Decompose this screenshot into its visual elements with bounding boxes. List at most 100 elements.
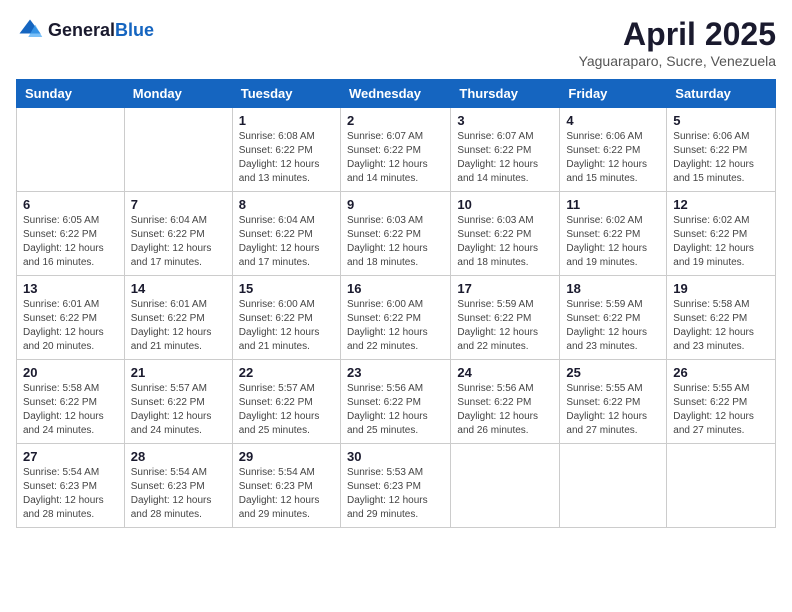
month-title: April 2025 bbox=[579, 16, 776, 53]
day-info: Sunrise: 6:08 AM Sunset: 6:22 PM Dayligh… bbox=[239, 130, 334, 186]
day-number: 15 bbox=[239, 281, 334, 296]
week-row-5: 27 Sunrise: 5:54 AM Sunset: 6:23 PM Dayli… bbox=[17, 444, 776, 528]
day-info: Sunrise: 5:56 AM Sunset: 6:22 PM Dayligh… bbox=[347, 382, 444, 438]
calendar-cell: 8Sunrise: 6:04 AM Sunset: 6:22 PM Daylig… bbox=[232, 192, 340, 276]
calendar-cell bbox=[124, 108, 232, 192]
day-info: Sunrise: 6:02 AM Sunset: 6:22 PM Dayligh… bbox=[673, 214, 769, 270]
logo-text-general: General bbox=[48, 20, 115, 40]
day-number: 7 bbox=[131, 197, 226, 212]
day-number: 16 bbox=[347, 281, 444, 296]
weekday-header-row: SundayMondayTuesdayWednesdayThursdayFrid… bbox=[17, 80, 776, 108]
day-info: Sunrise: 5:53 AM Sunset: 6:23 PM Dayligh… bbox=[347, 466, 444, 522]
weekday-header-sunday: Sunday bbox=[17, 80, 125, 108]
calendar-cell: 14Sunrise: 6:01 AM Sunset: 6:22 PM Dayli… bbox=[124, 276, 232, 360]
weekday-header-tuesday: Tuesday bbox=[232, 80, 340, 108]
day-number: 23 bbox=[347, 365, 444, 380]
day-number: 13 bbox=[23, 281, 118, 296]
day-number: 19 bbox=[673, 281, 769, 296]
day-number: 17 bbox=[457, 281, 553, 296]
day-number: 21 bbox=[131, 365, 226, 380]
day-info: Sunrise: 5:55 AM Sunset: 6:22 PM Dayligh… bbox=[673, 382, 769, 438]
day-number: 24 bbox=[457, 365, 553, 380]
calendar-cell: 12 Sunrise: 6:02 AM Sunset: 6:22 PM Dayli… bbox=[667, 192, 776, 276]
weekday-header-monday: Monday bbox=[124, 80, 232, 108]
weekday-header-wednesday: Wednesday bbox=[340, 80, 450, 108]
weekday-header-saturday: Saturday bbox=[667, 80, 776, 108]
day-number: 18 bbox=[566, 281, 660, 296]
day-number: 30 bbox=[347, 449, 444, 464]
day-number: 1 bbox=[239, 113, 334, 128]
calendar-cell: 2 Sunrise: 6:07 AM Sunset: 6:22 PM Daylig… bbox=[340, 108, 450, 192]
calendar-cell: 16 Sunrise: 6:00 AM Sunset: 6:22 PM Dayli… bbox=[340, 276, 450, 360]
calendar-table: SundayMondayTuesdayWednesdayThursdayFrid… bbox=[16, 79, 776, 528]
day-info: Sunrise: 5:56 AM Sunset: 6:22 PM Dayligh… bbox=[457, 382, 553, 438]
calendar-cell bbox=[451, 444, 560, 528]
day-info: Sunrise: 5:57 AM Sunset: 6:22 PM Dayligh… bbox=[239, 382, 334, 438]
calendar-cell: 29 Sunrise: 5:54 AM Sunset: 6:23 PM Dayli… bbox=[232, 444, 340, 528]
day-info: Sunrise: 6:06 AM Sunset: 6:22 PM Dayligh… bbox=[566, 130, 660, 186]
day-info: Sunrise: 6:03 AM Sunset: 6:22 PM Dayligh… bbox=[347, 214, 444, 270]
calendar-cell: 1 Sunrise: 6:08 AM Sunset: 6:22 PM Daylig… bbox=[232, 108, 340, 192]
calendar-cell: 17 Sunrise: 5:59 AM Sunset: 6:22 PM Dayli… bbox=[451, 276, 560, 360]
week-row-3: 13 Sunrise: 6:01 AM Sunset: 6:22 PM Dayli… bbox=[17, 276, 776, 360]
day-number: 29 bbox=[239, 449, 334, 464]
calendar-cell: 13Sunrise: 6:01 AM Sunset: 6:22 PM Dayli… bbox=[17, 276, 125, 360]
calendar-cell: 20 Sunrise: 5:58 AM Sunset: 6:22 PM Dayli… bbox=[17, 360, 125, 444]
day-info: Sunrise: 6:00 AM Sunset: 6:22 PM Dayligh… bbox=[239, 298, 334, 354]
day-number: 11 bbox=[566, 197, 660, 212]
day-number: 4 bbox=[566, 113, 660, 128]
day-info: Sunrise: 6:02 AM Sunset: 6:22 PM Dayligh… bbox=[566, 214, 660, 270]
calendar-cell: 18 Sunrise: 5:59 AM Sunset: 6:22 PM Dayli… bbox=[560, 276, 667, 360]
calendar-cell: 11 Sunrise: 6:02 AM Sunset: 6:22 PM Dayli… bbox=[560, 192, 667, 276]
day-number: 9 bbox=[347, 197, 444, 212]
week-row-4: 20 Sunrise: 5:58 AM Sunset: 6:22 PM Dayli… bbox=[17, 360, 776, 444]
day-info: Sunrise: 6:06 AM Sunset: 6:22 PM Dayligh… bbox=[673, 130, 769, 186]
calendar-cell bbox=[667, 444, 776, 528]
day-info: Sunrise: 5:58 AM Sunset: 6:22 PM Dayligh… bbox=[673, 298, 769, 354]
calendar-cell: 3Sunrise: 6:07 AM Sunset: 6:22 PM Daylig… bbox=[451, 108, 560, 192]
calendar-cell bbox=[560, 444, 667, 528]
weekday-header-friday: Friday bbox=[560, 80, 667, 108]
calendar-cell: 9 Sunrise: 6:03 AM Sunset: 6:22 PM Daylig… bbox=[340, 192, 450, 276]
day-info: Sunrise: 5:58 AM Sunset: 6:22 PM Dayligh… bbox=[23, 382, 118, 438]
day-number: 28 bbox=[131, 449, 226, 464]
day-number: 5 bbox=[673, 113, 769, 128]
calendar-cell: 22 Sunrise: 5:57 AM Sunset: 6:22 PM Dayli… bbox=[232, 360, 340, 444]
calendar-cell: 27 Sunrise: 5:54 AM Sunset: 6:23 PM Dayli… bbox=[17, 444, 125, 528]
day-info: Sunrise: 6:07 AM Sunset: 6:22 PM Dayligh… bbox=[347, 130, 444, 186]
calendar-cell: 24 Sunrise: 5:56 AM Sunset: 6:22 PM Dayli… bbox=[451, 360, 560, 444]
day-info: Sunrise: 5:54 AM Sunset: 6:23 PM Dayligh… bbox=[239, 466, 334, 522]
day-info: Sunrise: 6:04 AM Sunset: 6:22 PM Dayligh… bbox=[239, 214, 334, 270]
day-number: 12 bbox=[673, 197, 769, 212]
day-info: Sunrise: 5:54 AM Sunset: 6:23 PM Dayligh… bbox=[23, 466, 118, 522]
calendar-cell: 23 Sunrise: 5:56 AM Sunset: 6:22 PM Dayli… bbox=[340, 360, 450, 444]
day-number: 27 bbox=[23, 449, 118, 464]
day-number: 3 bbox=[457, 113, 553, 128]
calendar-cell: 26 Sunrise: 5:55 AM Sunset: 6:22 PM Dayli… bbox=[667, 360, 776, 444]
day-number: 25 bbox=[566, 365, 660, 380]
calendar-cell: 25Sunrise: 5:55 AM Sunset: 6:22 PM Dayli… bbox=[560, 360, 667, 444]
logo-text-blue: Blue bbox=[115, 20, 154, 40]
day-number: 6 bbox=[23, 197, 118, 212]
calendar-cell: 28 Sunrise: 5:54 AM Sunset: 6:23 PM Dayli… bbox=[124, 444, 232, 528]
day-info: Sunrise: 6:05 AM Sunset: 6:22 PM Dayligh… bbox=[23, 214, 118, 270]
day-info: Sunrise: 6:04 AM Sunset: 6:22 PM Dayligh… bbox=[131, 214, 226, 270]
calendar-cell: 19 Sunrise: 5:58 AM Sunset: 6:22 PM Dayli… bbox=[667, 276, 776, 360]
day-info: Sunrise: 6:00 AM Sunset: 6:22 PM Dayligh… bbox=[347, 298, 444, 354]
week-row-1: 1 Sunrise: 6:08 AM Sunset: 6:22 PM Daylig… bbox=[17, 108, 776, 192]
day-number: 22 bbox=[239, 365, 334, 380]
day-info: Sunrise: 5:57 AM Sunset: 6:22 PM Dayligh… bbox=[131, 382, 226, 438]
calendar-cell: 21 Sunrise: 5:57 AM Sunset: 6:22 PM Dayli… bbox=[124, 360, 232, 444]
day-number: 26 bbox=[673, 365, 769, 380]
day-number: 2 bbox=[347, 113, 444, 128]
calendar-cell bbox=[17, 108, 125, 192]
calendar-cell: 7 Sunrise: 6:04 AM Sunset: 6:22 PM Daylig… bbox=[124, 192, 232, 276]
calendar-cell: 4 Sunrise: 6:06 AM Sunset: 6:22 PM Daylig… bbox=[560, 108, 667, 192]
day-info: Sunrise: 6:01 AM Sunset: 6:22 PM Dayligh… bbox=[131, 298, 226, 354]
day-info: Sunrise: 5:59 AM Sunset: 6:22 PM Dayligh… bbox=[457, 298, 553, 354]
day-info: Sunrise: 5:59 AM Sunset: 6:22 PM Dayligh… bbox=[566, 298, 660, 354]
day-number: 20 bbox=[23, 365, 118, 380]
title-area: April 2025 Yaguaraparo, Sucre, Venezuela bbox=[579, 16, 776, 69]
week-row-2: 6 Sunrise: 6:05 AM Sunset: 6:22 PM Daylig… bbox=[17, 192, 776, 276]
day-info: Sunrise: 5:54 AM Sunset: 6:23 PM Dayligh… bbox=[131, 466, 226, 522]
